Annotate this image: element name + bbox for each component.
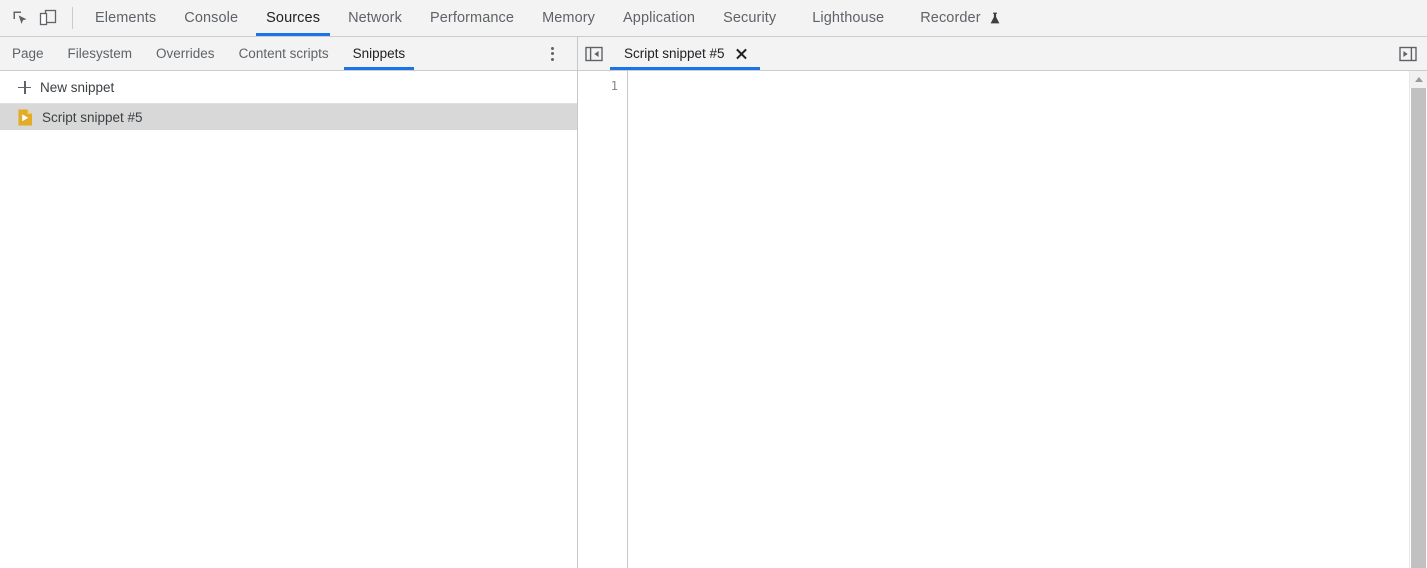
- nav-tab-overrides-label: Overrides: [156, 46, 215, 61]
- nav-tab-content-scripts-label: Content scripts: [238, 46, 329, 61]
- tab-recorder[interactable]: Recorder: [898, 0, 1014, 36]
- body-split: Page Filesystem Overrides Content script…: [0, 37, 1427, 568]
- code-editor[interactable]: 1: [578, 71, 1427, 568]
- tab-sources-label: Sources: [266, 10, 321, 26]
- tab-security-label: Security: [723, 10, 777, 26]
- inspect-element-icon-glyph: [13, 11, 27, 24]
- inspect-element-icon[interactable]: [6, 0, 34, 36]
- nav-tab-snippets[interactable]: Snippets: [341, 37, 418, 70]
- nav-tab-filesystem[interactable]: Filesystem: [56, 37, 145, 70]
- editor-panel: Script snippet #5 1: [578, 37, 1427, 568]
- tab-application-label: Application: [623, 10, 696, 26]
- tab-security[interactable]: Security: [709, 0, 790, 36]
- snippet-list: Script snippet #5: [0, 104, 577, 568]
- nav-tab-page-label: Page: [12, 46, 44, 61]
- close-icon[interactable]: [735, 47, 748, 60]
- tab-network[interactable]: Network: [334, 0, 416, 36]
- device-toolbar-icon-glyph: [39, 9, 56, 26]
- more-options-icon-glyph: [550, 46, 554, 61]
- tab-lighthouse-label: Lighthouse: [812, 10, 885, 26]
- toolbar-divider: [72, 7, 73, 29]
- tab-application[interactable]: Application: [609, 0, 709, 36]
- script-snippet-icon: [18, 109, 32, 125]
- tab-sources[interactable]: Sources: [252, 0, 334, 36]
- line-number-gutter: 1: [578, 71, 628, 568]
- tab-memory-label: Memory: [542, 10, 596, 26]
- tab-lighthouse[interactable]: Lighthouse: [790, 0, 898, 36]
- nav-tab-content-scripts[interactable]: Content scripts: [227, 37, 341, 70]
- new-snippet-button[interactable]: New snippet: [0, 71, 577, 104]
- editor-tab-label: Script snippet #5: [624, 46, 725, 61]
- nav-tab-snippets-label: Snippets: [352, 46, 406, 61]
- devtools-window: Elements Console Sources Network Perform…: [0, 0, 1427, 568]
- code-content[interactable]: [628, 71, 1409, 568]
- more-options-icon[interactable]: [539, 37, 565, 70]
- scrollbar-thumb[interactable]: [1411, 88, 1426, 568]
- main-toolbar: Elements Console Sources Network Perform…: [0, 0, 1427, 37]
- nav-tab-page[interactable]: Page: [0, 37, 56, 70]
- flask-icon-glyph: [990, 12, 1000, 23]
- tab-elements[interactable]: Elements: [81, 0, 170, 36]
- navigator-panel: Page Filesystem Overrides Content script…: [0, 37, 578, 568]
- tab-network-label: Network: [348, 10, 402, 26]
- editor-tabbar: Script snippet #5: [578, 37, 1427, 71]
- navigator-tabbar: Page Filesystem Overrides Content script…: [0, 37, 577, 71]
- nav-tab-filesystem-label: Filesystem: [67, 46, 133, 61]
- tab-memory[interactable]: Memory: [528, 0, 609, 36]
- show-navigator-icon-glyph: [585, 46, 603, 61]
- tab-console-label: Console: [184, 10, 239, 26]
- nav-tab-overrides[interactable]: Overrides: [144, 37, 227, 70]
- show-debugger-sidebar-icon[interactable]: [1391, 37, 1425, 70]
- editor-vertical-scrollbar[interactable]: [1409, 71, 1427, 568]
- list-item-label: Script snippet #5: [42, 109, 143, 125]
- scroll-up-arrow-icon[interactable]: [1410, 71, 1427, 88]
- plus-icon: [18, 80, 31, 94]
- tab-performance[interactable]: Performance: [416, 0, 528, 36]
- scroll-up-arrow-icon-glyph: [1414, 77, 1423, 82]
- tab-elements-label: Elements: [95, 10, 157, 26]
- editor-tab-script-snippet[interactable]: Script snippet #5: [610, 37, 760, 70]
- device-toolbar-icon[interactable]: [34, 0, 62, 36]
- tab-performance-label: Performance: [429, 10, 515, 26]
- flask-icon: [989, 12, 1001, 25]
- line-number: 1: [610, 79, 618, 93]
- show-navigator-icon[interactable]: [578, 37, 610, 70]
- tab-recorder-label: Recorder: [920, 10, 981, 26]
- show-debugger-sidebar-icon-glyph: [1399, 46, 1417, 61]
- list-item[interactable]: Script snippet #5: [0, 104, 577, 130]
- tab-console[interactable]: Console: [170, 0, 252, 36]
- new-snippet-label: New snippet: [40, 79, 115, 95]
